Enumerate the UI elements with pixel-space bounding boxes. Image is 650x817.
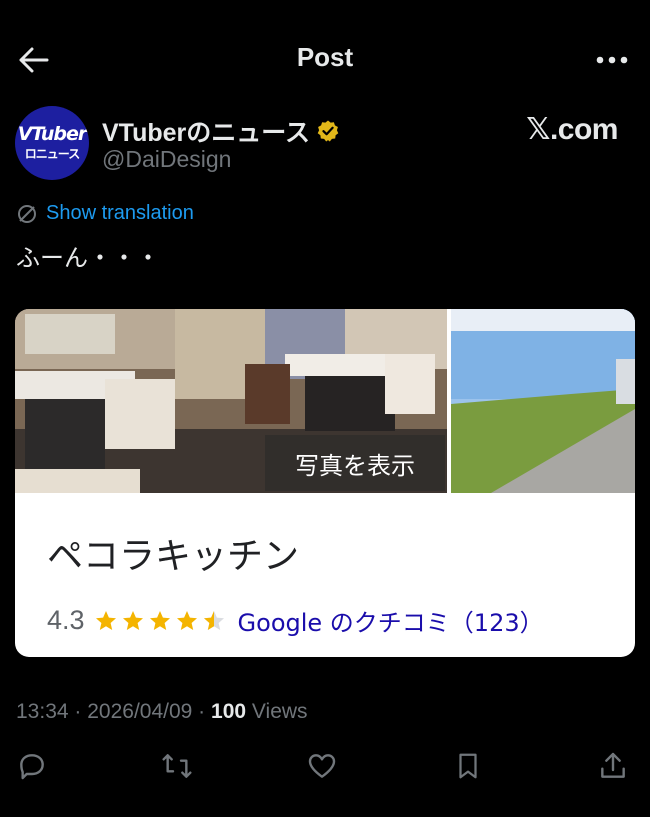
restaurant-interior-photo[interactable]: 写真を表示 bbox=[15, 309, 447, 493]
x-com-watermark: 𝕏.com bbox=[526, 113, 618, 146]
page-title: Post bbox=[296, 42, 354, 72]
more-options-button[interactable] bbox=[592, 40, 632, 80]
bookmark-button[interactable] bbox=[450, 748, 486, 784]
repost-button[interactable] bbox=[159, 748, 195, 784]
share-button[interactable] bbox=[595, 748, 631, 784]
show-translation-link[interactable]: Show translation bbox=[16, 202, 194, 225]
top-bar: Post bbox=[0, 0, 650, 118]
half-star-icon bbox=[203, 610, 224, 630]
street-view-photo[interactable] bbox=[451, 309, 635, 493]
meta-separator: · bbox=[192, 700, 212, 723]
translate-icon bbox=[18, 204, 36, 223]
reply-button[interactable] bbox=[14, 748, 50, 784]
verified-badge-icon bbox=[317, 120, 339, 142]
star-icon bbox=[176, 610, 197, 630]
star-icon bbox=[122, 610, 143, 630]
google-reviews-link[interactable]: Google のクチコミ（123） bbox=[238, 603, 544, 638]
reply-icon bbox=[20, 754, 44, 780]
views-label: Views bbox=[251, 700, 308, 723]
avatar-text-line2: ロニュース bbox=[24, 147, 80, 161]
like-icon bbox=[308, 754, 336, 778]
show-translation-label: Show translation bbox=[46, 202, 194, 224]
show-photos-label[interactable]: 写真を表示 bbox=[265, 435, 445, 491]
share-icon bbox=[601, 752, 625, 778]
star-icon bbox=[95, 610, 116, 630]
street-view-illustration bbox=[451, 309, 635, 493]
post-time[interactable]: 13:34 bbox=[16, 700, 69, 723]
action-bar bbox=[0, 748, 650, 788]
meta-separator: · bbox=[68, 700, 88, 723]
post-meta: 13:34 · 2026/04/09 · 100 Views bbox=[16, 700, 308, 724]
author-handle[interactable]: @DaiDesign bbox=[102, 146, 231, 173]
post-text: ふーん・・・ bbox=[16, 244, 160, 272]
star-icon bbox=[149, 610, 170, 630]
bookmark-icon bbox=[459, 753, 477, 779]
avatar-text-line1: VTuber bbox=[17, 123, 88, 145]
author-name-text: VTuberのニュース bbox=[102, 119, 311, 147]
place-name: ペコラキッチン bbox=[47, 536, 300, 577]
like-button[interactable] bbox=[304, 748, 340, 784]
repost-icon bbox=[162, 754, 192, 778]
rating-value: 4.3 bbox=[47, 605, 85, 635]
views-count: 100 bbox=[211, 700, 247, 723]
post-date[interactable]: 2026/04/09 bbox=[87, 700, 192, 723]
author-display-name[interactable]: VTuberのニュース bbox=[102, 113, 340, 149]
rating-stars bbox=[93, 609, 228, 633]
ellipsis-icon bbox=[596, 56, 628, 64]
place-card[interactable]: 写真を表示 ペコラキッチン 4.3 Google のクチコミ（123） bbox=[15, 309, 635, 657]
avatar[interactable]: VTuber ロニュース bbox=[15, 106, 89, 180]
rating-row: 4.3 Google のクチコミ（123） bbox=[47, 603, 544, 638]
